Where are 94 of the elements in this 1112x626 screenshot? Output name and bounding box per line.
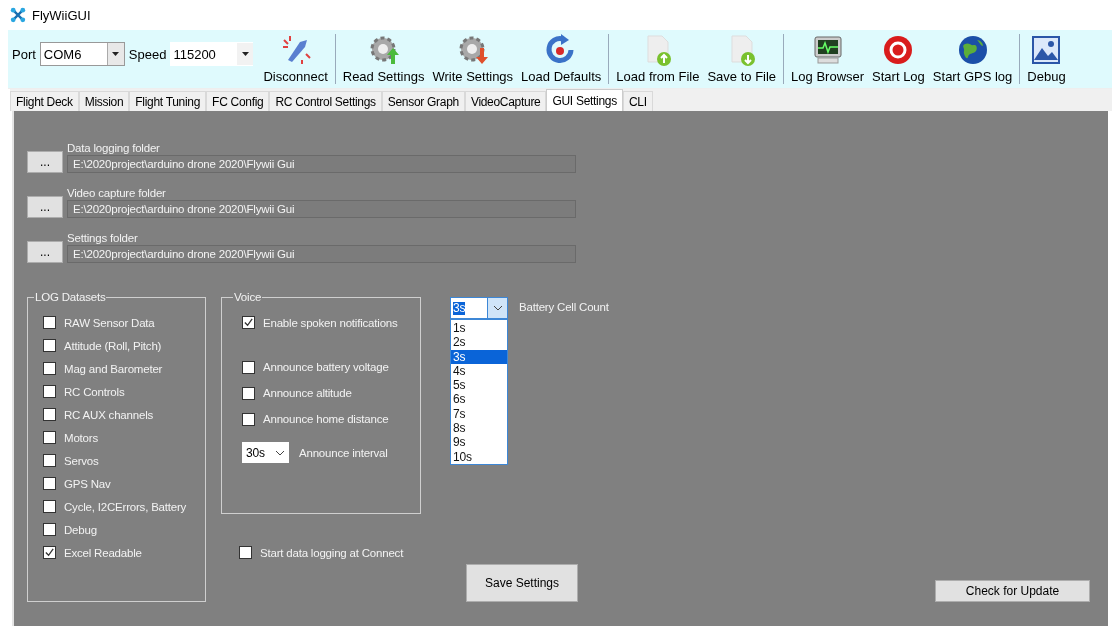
dropdown-option[interactable]: 5s <box>451 378 507 393</box>
dropdown-option[interactable]: 3s <box>451 349 507 364</box>
chevron-icon <box>492 305 503 311</box>
toolbar-button[interactable]: Save to File <box>703 30 781 88</box>
interval-dropdown[interactable]: 30s <box>242 442 289 463</box>
dropdown-option[interactable]: 9s <box>451 435 507 450</box>
checkbox[interactable] <box>43 362 56 375</box>
dropdown-option[interactable]: 1s <box>451 321 507 336</box>
check-icon <box>243 317 254 328</box>
checkbox[interactable] <box>242 386 255 400</box>
chevron-icon <box>275 449 285 456</box>
checkbox-label: Attitude (Roll, Pitch) <box>64 339 162 352</box>
checkbox-label: Excel Readable <box>64 546 142 559</box>
checkbox-label: Servos <box>64 454 99 467</box>
checkbox[interactable] <box>43 385 56 398</box>
dropdown-option[interactable]: 7s <box>451 406 507 422</box>
port-dropdown[interactable]: COM6 <box>39 42 125 66</box>
group-title: LOG Datasets <box>34 291 107 303</box>
browse-button[interactable]: ... <box>27 151 63 173</box>
checkbox-label: Debug <box>64 523 97 536</box>
checkbox-label: RC Controls <box>64 385 125 398</box>
toolbar-button[interactable]: Load from File <box>612 30 704 88</box>
folder-label: Video capture folder <box>67 186 167 200</box>
checkbox[interactable] <box>239 546 252 559</box>
checkbox[interactable] <box>43 408 56 421</box>
browse-button[interactable]: ... <box>27 196 63 218</box>
folder-path-field[interactable]: E:\2020project\arduino drone 2020\Flywii Gui <box>67 200 576 218</box>
tab[interactable]: VideoCapture <box>464 91 547 111</box>
toolbar-button[interactable]: Log Browser <box>787 30 869 88</box>
tab[interactable]: Flight Tuning <box>129 91 207 111</box>
checkbox-label: Announce home distance <box>263 413 389 425</box>
checkbox-label: Mag and Barometer <box>64 362 163 375</box>
checkbox[interactable] <box>242 360 255 374</box>
toolbar-button[interactable]: Start Log <box>868 30 929 88</box>
checkbox[interactable] <box>242 412 255 426</box>
folder-path-field[interactable]: E:\2020project\arduino drone 2020\Flywii Gui <box>67 155 576 173</box>
dropdown-option[interactable]: 10s <box>451 449 507 464</box>
tab[interactable]: FC Config <box>206 91 270 111</box>
dropdown-option[interactable]: 8s <box>451 421 507 436</box>
toolbar-button[interactable]: Disconnect <box>259 30 332 88</box>
checkbox[interactable] <box>43 316 56 329</box>
battery-dropdown[interactable]: 3s <box>450 297 508 319</box>
port-label: Port <box>12 46 36 62</box>
speed-label: Speed <box>128 46 167 62</box>
globe-icon <box>956 34 989 66</box>
checkbox[interactable] <box>43 339 56 352</box>
speed-dropdown[interactable]: 115200 <box>170 42 254 66</box>
folder-label: Settings folder <box>67 231 139 245</box>
check-icon <box>44 547 55 558</box>
tab[interactable]: GUI Settings <box>546 89 623 111</box>
dropdown-option[interactable]: 2s <box>451 335 507 350</box>
checkbox-label: Announce altitude <box>263 387 352 399</box>
toolbar-button[interactable]: Debug <box>1023 30 1070 88</box>
tab[interactable]: Sensor Graph <box>381 91 465 111</box>
checkbox-label: Motors <box>64 431 98 444</box>
tab[interactable]: Mission <box>78 91 130 111</box>
checkbox[interactable] <box>43 477 56 490</box>
tab[interactable]: RC Control Settings <box>269 91 382 111</box>
group-title: Voice <box>233 291 263 303</box>
interval-label: Announce interval <box>299 446 388 459</box>
checkbox[interactable] <box>43 500 56 513</box>
toolbar-button[interactable]: Start GPS log <box>928 30 1017 88</box>
dropdown-option[interactable]: 4s <box>451 363 507 379</box>
toolbar-button[interactable]: Load Defaults <box>517 30 606 88</box>
save-settings-button[interactable]: Save Settings <box>466 564 578 602</box>
checkbox-label: Start data logging at Connect <box>260 546 404 559</box>
caret-icon <box>112 52 120 56</box>
checkbox[interactable] <box>43 431 56 444</box>
checkbox[interactable] <box>43 523 56 536</box>
checkbox-label: RAW Sensor Data <box>64 316 155 329</box>
toolbar-button[interactable]: Read Settings <box>338 30 429 88</box>
browse-button[interactable]: ... <box>27 241 63 263</box>
dropdown-option[interactable]: 6s <box>451 392 507 407</box>
window-title: FlyWiiGUI <box>32 7 91 23</box>
monitor-icon <box>811 34 844 66</box>
tab[interactable]: CLI <box>622 91 653 111</box>
folder-path-field[interactable]: E:\2020project\arduino drone 2020\Flywii Gui <box>67 245 576 263</box>
checkbox-label: GPS Nav <box>64 477 111 490</box>
battery-label: Battery Cell Count <box>519 300 609 313</box>
tab[interactable]: Flight Deck <box>10 91 79 111</box>
folder-label: Data logging folder <box>67 141 161 155</box>
image-icon <box>1030 34 1063 66</box>
checkbox-label: Cycle, I2CErrors, Battery <box>64 500 187 513</box>
checkbox[interactable] <box>242 316 255 329</box>
drone-icon <box>10 7 26 23</box>
check-update-button[interactable]: Check for Update <box>935 580 1090 602</box>
checkbox-label: Enable spoken notifications <box>263 316 398 329</box>
checkbox[interactable] <box>43 454 56 467</box>
checkbox[interactable] <box>43 546 56 559</box>
toolbar-button[interactable]: Write Settings <box>428 30 518 88</box>
checkbox-label: RC AUX channels <box>64 408 154 421</box>
checkbox-label: Announce battery voltage <box>263 361 389 373</box>
caret-icon <box>241 52 249 56</box>
record-icon <box>882 34 915 66</box>
